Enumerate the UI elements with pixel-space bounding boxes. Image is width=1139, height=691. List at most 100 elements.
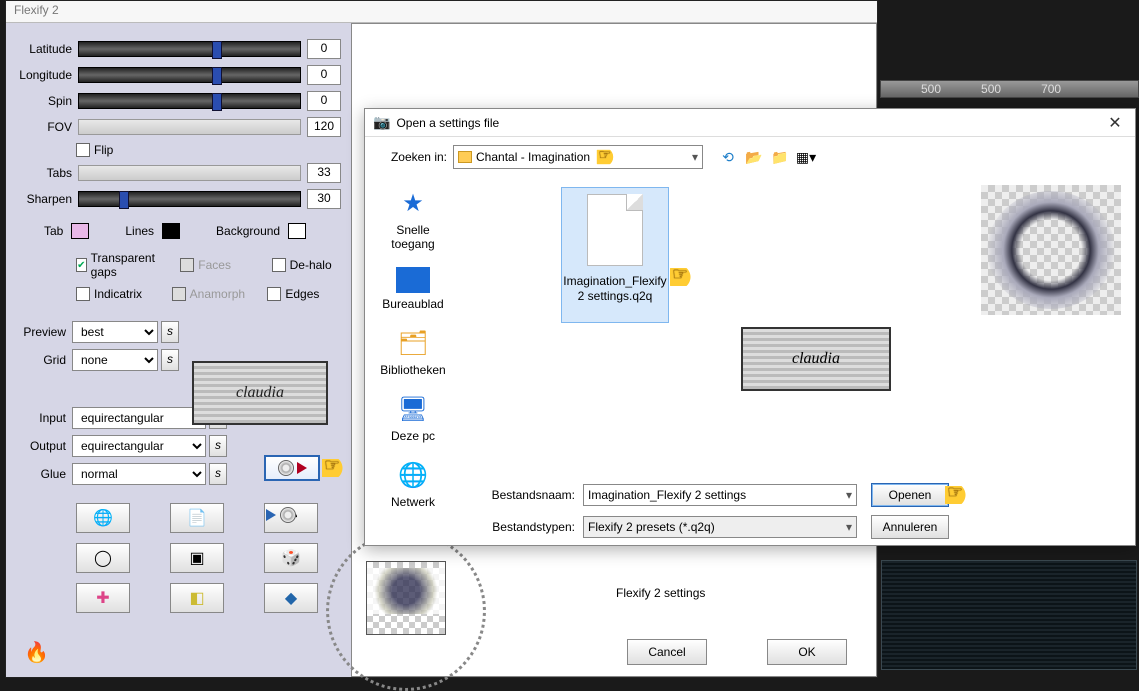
new-folder-icon[interactable]: 📁 xyxy=(771,148,789,166)
disc-icon xyxy=(280,507,296,523)
faces-checkbox xyxy=(180,258,194,272)
icon-button-ring[interactable]: ◯ xyxy=(76,543,130,573)
sharpen-value[interactable]: 30 xyxy=(307,189,341,209)
flip-label: Flip xyxy=(94,143,113,157)
file-open-title: Open a settings file xyxy=(396,116,499,130)
tabs-slider-label: Tabs xyxy=(16,166,72,180)
glue-label: Glue xyxy=(16,467,66,481)
icon-button-plus[interactable]: ✚ xyxy=(76,583,130,613)
latitude-label: Latitude xyxy=(16,42,72,56)
file-open-dialog: 📷 Open a settings file ✕ Zoeken in: Chan… xyxy=(364,108,1136,546)
background-swatch-label: Background xyxy=(216,224,280,238)
cancel-button[interactable]: Cancel xyxy=(627,639,707,665)
camera-icon: 📷 xyxy=(373,114,390,131)
open-button[interactable]: Openen xyxy=(871,483,949,507)
output-s-button[interactable]: s xyxy=(209,435,227,457)
flip-checkbox[interactable] xyxy=(76,143,90,157)
tabs-value[interactable]: 33 xyxy=(307,163,341,183)
claudia-logo: claudia xyxy=(192,361,328,425)
preview-s-button[interactable]: s xyxy=(161,321,179,343)
dehalo-label: De-halo xyxy=(290,258,332,272)
place-quick-access[interactable]: ★Snelle toegang xyxy=(373,187,453,251)
spin-label: Spin xyxy=(16,94,72,108)
transparent-gaps-checkbox[interactable] xyxy=(76,258,87,272)
sharpen-label: Sharpen xyxy=(16,192,72,206)
longitude-slider[interactable] xyxy=(78,67,301,83)
play-icon xyxy=(297,462,307,474)
icon-button-2[interactable]: 📄 xyxy=(170,503,224,533)
dehalo-checkbox[interactable] xyxy=(272,258,286,272)
longitude-value[interactable]: 0 xyxy=(307,65,341,85)
grid-select[interactable]: none xyxy=(72,349,158,371)
filetype-value: Flexify 2 presets (*.q2q) xyxy=(588,520,715,534)
spin-value[interactable]: 0 xyxy=(307,91,341,111)
background-color-swatch[interactable] xyxy=(288,223,306,239)
hand-cursor-icon xyxy=(597,150,619,164)
icon-button-block[interactable]: ◧ xyxy=(170,583,224,613)
file-item-selected[interactable]: Imagination_Flexify2 settings.q2q xyxy=(561,187,669,323)
icon-button-gem[interactable]: ◆ xyxy=(264,583,318,613)
indicatrix-checkbox[interactable] xyxy=(76,287,90,301)
preview-select[interactable]: best xyxy=(72,321,158,343)
latitude-slider[interactable] xyxy=(78,41,301,57)
canvas-ruler: 500500700 xyxy=(880,80,1139,98)
file-thumbnail-preview xyxy=(981,185,1121,315)
filetype-combo[interactable]: Flexify 2 presets (*.q2q) ▾ xyxy=(583,516,857,538)
folder-combo-value: Chantal - Imagination xyxy=(476,150,590,164)
anamorph-label: Anamorph xyxy=(190,287,245,301)
lines-color-swatch[interactable] xyxy=(162,223,180,239)
fov-slider[interactable] xyxy=(78,119,301,135)
input-select[interactable]: equirectangular xyxy=(72,407,206,429)
chevron-down-icon: ▾ xyxy=(846,520,852,534)
view-menu-icon[interactable]: ▦▾ xyxy=(797,148,815,166)
preview-label: Preview xyxy=(16,325,66,339)
place-desktop[interactable]: Bureaublad xyxy=(373,267,453,311)
spin-slider[interactable] xyxy=(78,93,301,109)
up-folder-icon[interactable]: 📂 xyxy=(745,148,763,166)
mini-preview xyxy=(366,561,446,635)
load-preset-button[interactable] xyxy=(264,455,320,481)
disc-icon xyxy=(278,460,294,476)
chevron-down-icon: ▾ xyxy=(846,488,852,502)
glue-select[interactable]: normal xyxy=(72,463,206,485)
input-label: Input xyxy=(16,411,66,425)
file-name-line1: Imagination_Flexify xyxy=(563,274,666,288)
icon-button-square[interactable]: ▣ xyxy=(170,543,224,573)
filename-label: Bestandsnaam: xyxy=(475,488,575,502)
longitude-label: Longitude xyxy=(16,68,72,82)
folder-icon xyxy=(458,151,472,163)
hand-cursor-icon xyxy=(945,486,973,504)
settings-label: Flexify 2 settings xyxy=(616,586,705,600)
lines-swatch-label: Lines xyxy=(125,224,154,238)
grid-s-button[interactable]: s xyxy=(161,349,179,371)
fov-label: FOV xyxy=(16,120,72,134)
glue-s-button[interactable]: s xyxy=(209,463,227,485)
claudia-logo: claudia xyxy=(741,327,891,391)
place-network[interactable]: 🌐Netwerk xyxy=(373,459,453,509)
search-in-label: Zoeken in: xyxy=(383,150,447,164)
back-icon[interactable]: ⟲ xyxy=(719,148,737,166)
places-sidebar: ★Snelle toegang Bureaublad 🗂Bibliotheken… xyxy=(365,177,461,477)
output-select[interactable]: equirectangular xyxy=(72,435,206,457)
file-cancel-button[interactable]: Annuleren xyxy=(871,515,949,539)
fov-value[interactable]: 120 xyxy=(307,117,341,137)
icon-button-random[interactable]: 🎲 xyxy=(264,543,318,573)
filename-combo[interactable]: Imagination_Flexify 2 settings ▾ xyxy=(583,484,857,506)
close-button[interactable]: ✕ xyxy=(1103,113,1127,133)
place-libraries[interactable]: 🗂Bibliotheken xyxy=(373,327,453,377)
folder-combo[interactable]: Chantal - Imagination ▾ xyxy=(453,145,703,169)
sharpen-slider[interactable] xyxy=(78,191,301,207)
icon-button-1[interactable]: 🌐 xyxy=(76,503,130,533)
faces-label: Faces xyxy=(198,258,231,272)
output-label: Output xyxy=(16,439,66,453)
tabs-slider[interactable] xyxy=(78,165,301,181)
latitude-value[interactable]: 0 xyxy=(307,39,341,59)
ok-button[interactable]: OK xyxy=(767,639,847,665)
edges-checkbox[interactable] xyxy=(267,287,281,301)
place-this-pc[interactable]: 🖥Deze pc xyxy=(373,393,453,443)
transparent-gaps-label: Transparent gaps xyxy=(91,251,159,279)
hand-cursor-icon xyxy=(670,268,698,286)
tab-swatch-label: Tab xyxy=(44,224,63,238)
tab-color-swatch[interactable] xyxy=(71,223,89,239)
save-preset-button[interactable] xyxy=(266,507,296,523)
